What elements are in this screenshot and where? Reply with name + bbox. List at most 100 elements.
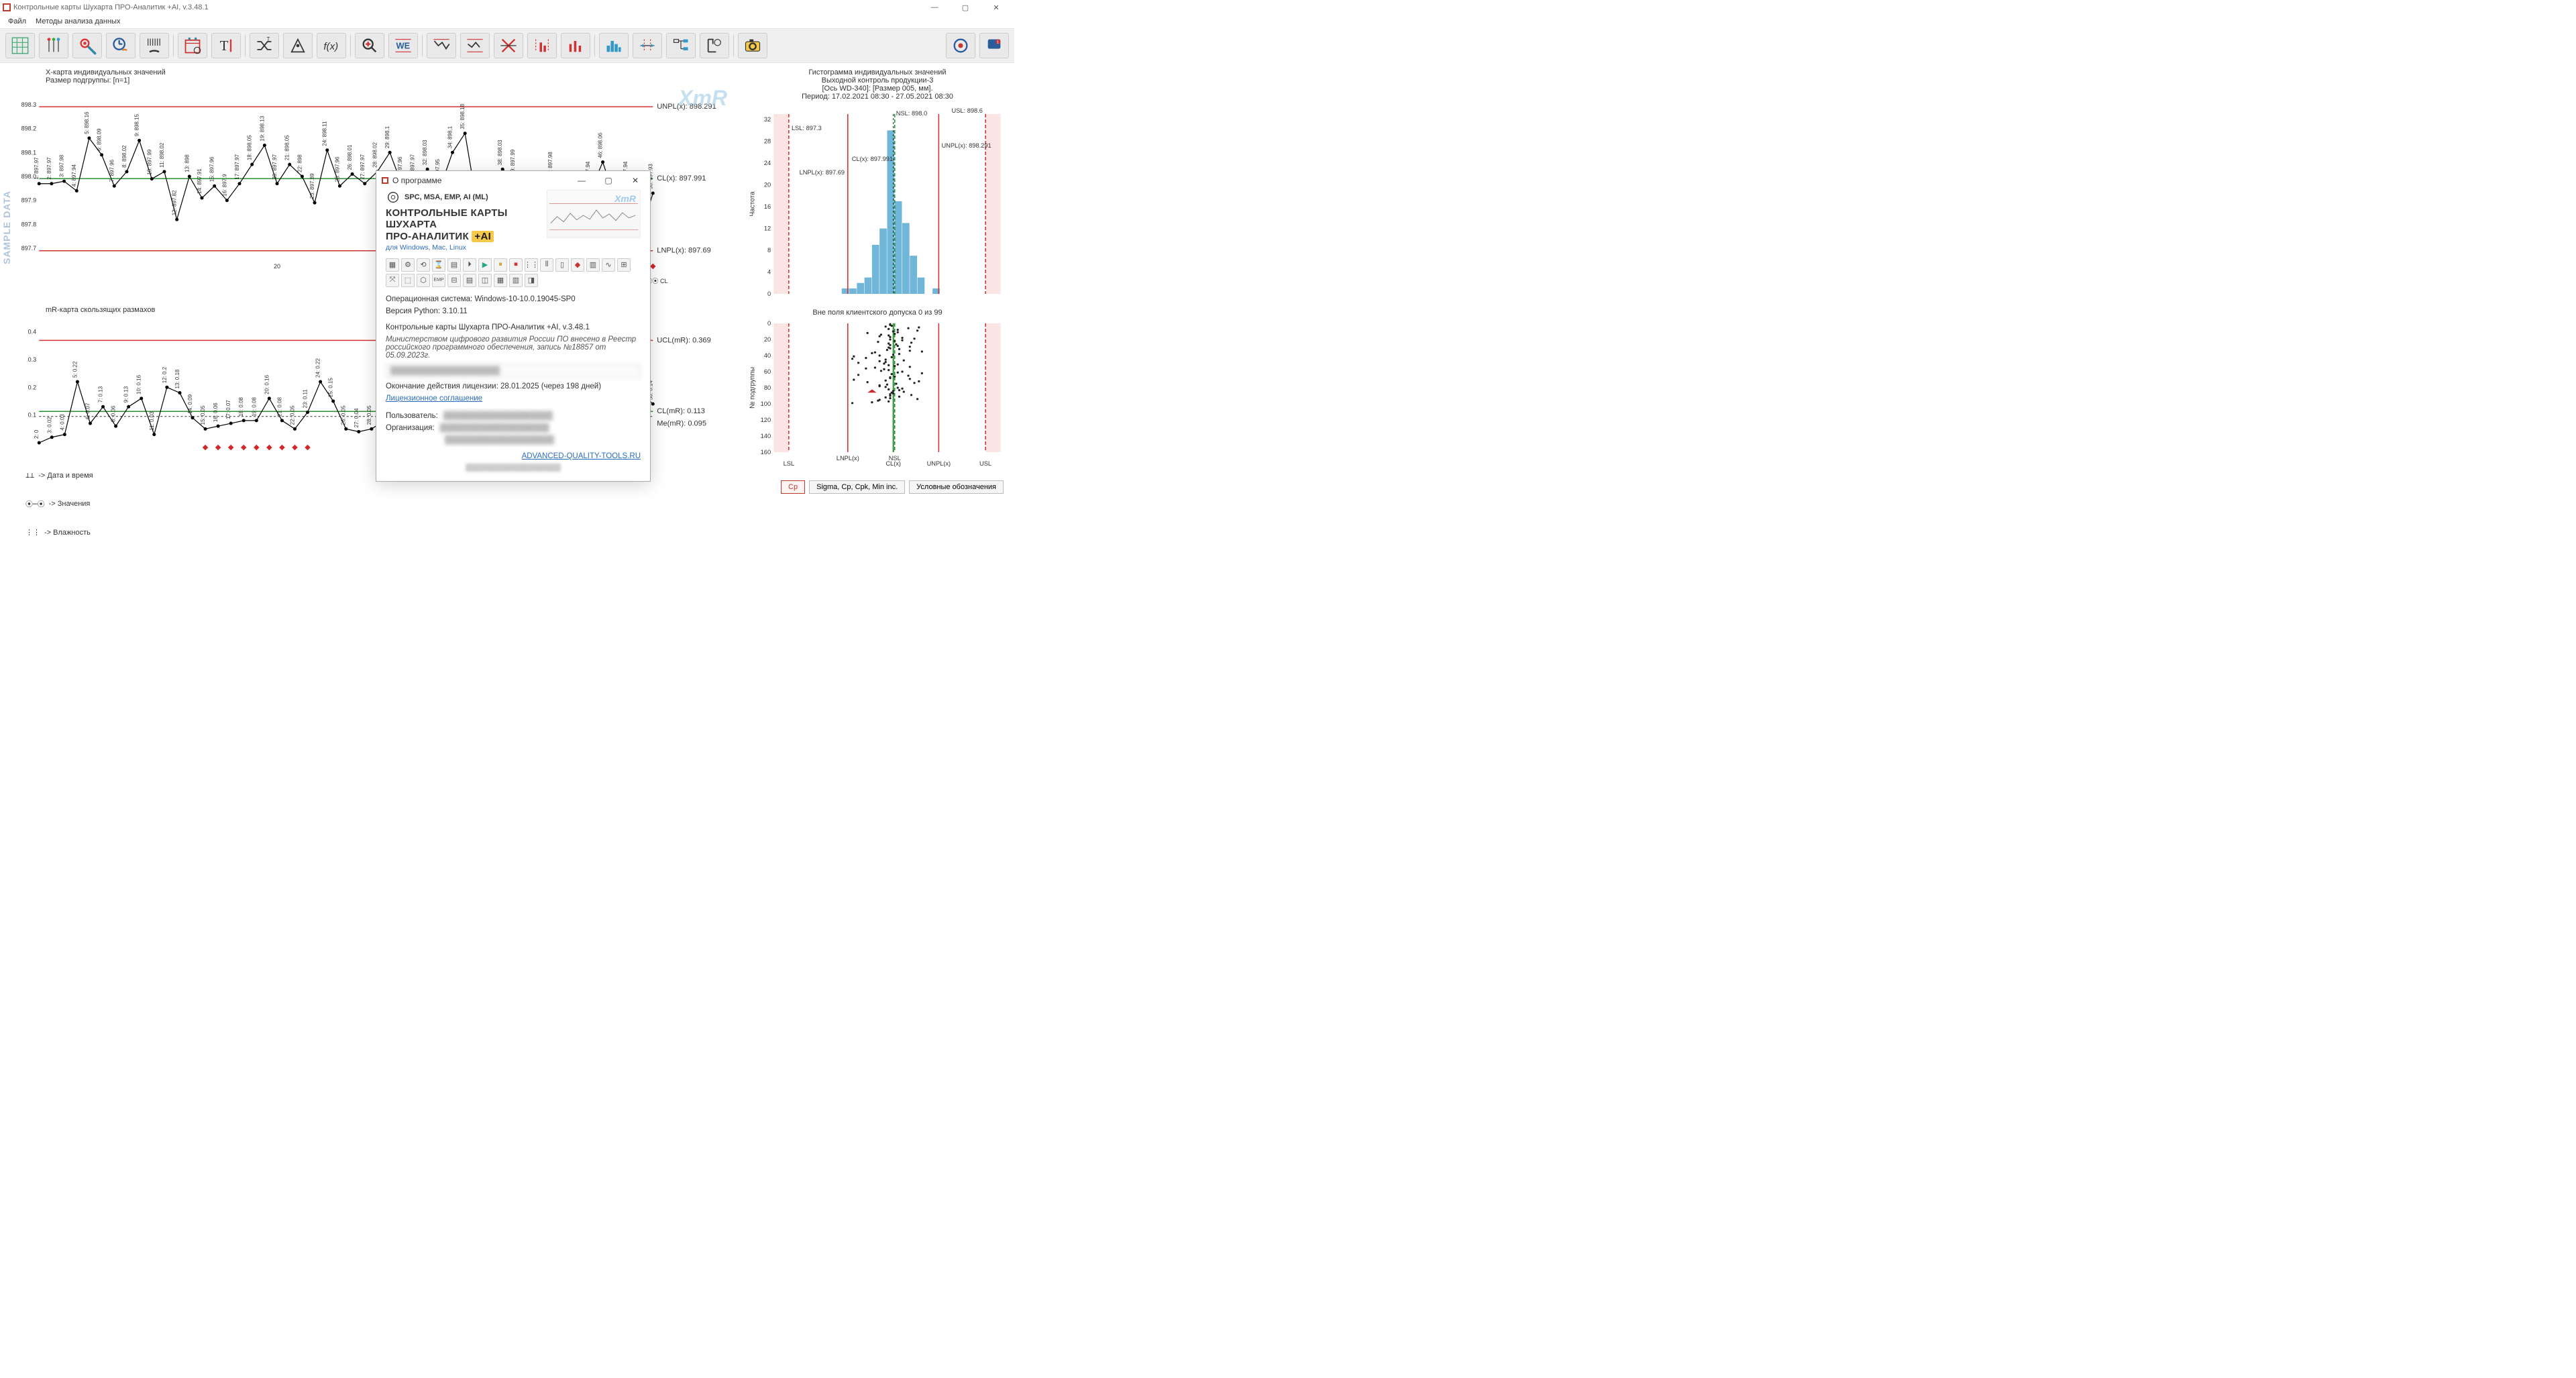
svg-text:16: 897.9: 16: 897.9 xyxy=(221,174,227,197)
toolbar-chart-limits-button[interactable] xyxy=(527,33,557,58)
legend-values: ⦿─⦿-> Значения xyxy=(25,498,90,509)
svg-text:Частота: Частота xyxy=(749,191,756,216)
menu-methods[interactable]: Методы анализа данных xyxy=(32,16,124,27)
toolbar-histogram-button[interactable] xyxy=(599,33,629,58)
sigma-button[interactable]: Sigma, Cp, Cpk, Min inc. xyxy=(809,480,905,494)
toolbar-fx-button[interactable]: f(x) xyxy=(317,33,346,58)
svg-text:2: 897.97: 2: 897.97 xyxy=(46,157,52,180)
svg-text:26: 0.05: 26: 0.05 xyxy=(341,405,347,425)
svg-text:0.4: 0.4 xyxy=(28,329,37,335)
svg-text:№ подгруппы: № подгруппы xyxy=(749,367,756,409)
svg-text:140: 140 xyxy=(761,433,771,439)
svg-text:100: 100 xyxy=(761,401,771,407)
histogram-chart[interactable]: 322824201612840ЧастотаUSL: 898.6LSL: 897… xyxy=(746,102,1009,303)
svg-text:23: 897.89: 23: 897.89 xyxy=(309,173,315,199)
svg-text:4: 0.03: 4: 0.03 xyxy=(59,414,65,431)
svg-text:15: 0.05: 15: 0.05 xyxy=(200,405,206,425)
svg-text:0.2: 0.2 xyxy=(28,384,37,390)
toolbar-tree-button[interactable] xyxy=(666,33,696,58)
menu-file[interactable]: Файл xyxy=(4,16,30,27)
svg-text:120: 120 xyxy=(761,417,771,423)
svg-text:20: 0.16: 20: 0.16 xyxy=(264,374,270,394)
dotplot-title: Вне поля клиентского допуска 0 из 99 xyxy=(746,309,1009,317)
about-user-row: Пользователь:████████████████████ xyxy=(386,412,641,420)
svg-text:32: 32 xyxy=(764,116,771,123)
svg-text:CL(x): 897.991: CL(x): 897.991 xyxy=(657,174,706,182)
toolbar-barcode-hand-button[interactable] xyxy=(140,33,169,58)
about-dialog-titlebar[interactable]: О программе — ▢ ✕ xyxy=(376,171,650,190)
svg-text:17: 897.97: 17: 897.97 xyxy=(234,154,240,179)
svg-text:27: 0.04: 27: 0.04 xyxy=(354,408,360,427)
svg-text:11: 898.02: 11: 898.02 xyxy=(159,142,165,168)
about-minimize-button[interactable]: — xyxy=(568,171,595,190)
svg-text:UNPL(x): 898.291: UNPL(x): 898.291 xyxy=(941,142,991,149)
svg-text:6: 898.09: 6: 898.09 xyxy=(97,128,103,151)
window-close-button[interactable]: ✕ xyxy=(981,0,1012,15)
toolbar-sliders-button[interactable] xyxy=(39,33,68,58)
legend-button[interactable]: Условные обозначения xyxy=(909,480,1004,494)
svg-text:12: 897.82: 12: 897.82 xyxy=(172,190,178,215)
toolbar: T T f(x) WE 1 xyxy=(0,28,1014,63)
toolbar-clock-hand-button[interactable] xyxy=(106,33,136,58)
svg-text:8: 898.02: 8: 898.02 xyxy=(121,145,127,168)
toolbar-shuffle-button[interactable]: T xyxy=(250,33,279,58)
svg-text:26: 898.01: 26: 898.01 xyxy=(347,144,353,170)
toolbar-chart-bars-button[interactable] xyxy=(561,33,590,58)
toolbar-capability-button[interactable] xyxy=(633,33,662,58)
svg-text:5: 898.16: 5: 898.16 xyxy=(84,111,90,134)
window-titlebar: Контрольные карты Шухарта ПРО-Аналитик +… xyxy=(0,0,1014,15)
toolbar-text-cursor-button[interactable]: T xyxy=(211,33,241,58)
svg-text:18: 0.08: 18: 0.08 xyxy=(238,396,244,416)
svg-text:WE: WE xyxy=(396,41,411,51)
svg-text:13: 0.18: 13: 0.18 xyxy=(174,369,180,388)
svg-text:8: 0.06: 8: 0.06 xyxy=(111,405,117,422)
svg-text:CL(x): 897.991: CL(x): 897.991 xyxy=(852,156,893,162)
svg-text:22: 0.05: 22: 0.05 xyxy=(289,405,295,425)
svg-text:14: 0.09: 14: 0.09 xyxy=(187,394,193,413)
about-url-link[interactable]: ADVANCED-QUALITY-TOOLS.RU xyxy=(522,452,641,460)
svg-text:4: 897.94: 4: 897.94 xyxy=(71,164,77,187)
svg-text:Me(mR): 0.095: Me(mR): 0.095 xyxy=(657,420,706,428)
about-copyright: ████████████████████ xyxy=(386,464,641,472)
svg-text:19: 898.13: 19: 898.13 xyxy=(259,115,265,141)
legend-humidity: ⋮⋮-> Влажность xyxy=(25,528,91,537)
window-minimize-button[interactable]: — xyxy=(919,0,950,15)
svg-text:22: 898: 22: 898 xyxy=(297,154,303,172)
svg-text:27: 897.97: 27: 897.97 xyxy=(360,154,366,179)
toolbar-grid-button[interactable] xyxy=(5,33,35,58)
svg-text:21: 0.08: 21: 0.08 xyxy=(276,396,282,416)
toolbar-we-rules-button[interactable]: WE xyxy=(388,33,418,58)
toolbar-triangle-arrow-button[interactable] xyxy=(283,33,313,58)
about-license-expiry: Окончание действия лицензии: 28.01.2025 … xyxy=(386,382,641,390)
svg-text:f(x): f(x) xyxy=(323,41,338,52)
svg-text:4: 4 xyxy=(767,269,771,276)
toolbar-calipers-button[interactable] xyxy=(700,33,729,58)
toolbar-chart-x-button[interactable] xyxy=(494,33,523,58)
toolbar-camera-button[interactable] xyxy=(738,33,767,58)
about-redacted-1: ████████████████████ xyxy=(386,364,641,378)
toolbar-chart-down-button[interactable] xyxy=(427,33,456,58)
about-maximize-button[interactable]: ▢ xyxy=(595,171,622,190)
toolbar-settings-gear-button[interactable] xyxy=(946,33,975,58)
svg-text:13: 898: 13: 898 xyxy=(184,154,190,172)
svg-text:2: 0: 2: 0 xyxy=(34,429,40,439)
svg-text:0: 0 xyxy=(767,290,771,297)
cp-button[interactable]: Cp xyxy=(781,480,805,494)
about-product-full: Контрольные карты Шухарта ПРО-Аналитик +… xyxy=(386,323,641,331)
svg-text:10: 897.99: 10: 897.99 xyxy=(146,149,152,174)
svg-text:7: 897.96: 7: 897.96 xyxy=(109,159,115,182)
window-maximize-button[interactable]: ▢ xyxy=(950,0,981,15)
svg-text:14: 897.91: 14: 897.91 xyxy=(197,168,203,194)
toolbar-zoom-plus-button[interactable] xyxy=(355,33,384,58)
about-close-button[interactable]: ✕ xyxy=(622,171,649,190)
toolbar-notification-button[interactable]: 1 xyxy=(979,33,1009,58)
toolbar-calendar-button[interactable] xyxy=(178,33,207,58)
svg-text:0.3: 0.3 xyxy=(28,356,37,363)
toolbar-gear-wrench-button[interactable] xyxy=(72,33,102,58)
about-org-row: Организация:████████████████████ xyxy=(386,424,641,432)
about-license-link[interactable]: Лицензионное соглашение xyxy=(386,394,482,403)
about-thumbnail xyxy=(547,190,641,238)
toolbar-chart-range-button[interactable] xyxy=(460,33,490,58)
dotplot-chart[interactable]: 020406080100120140160№ подгруппыLSLLNPL(… xyxy=(746,318,1009,472)
svg-text:24: 0.22: 24: 0.22 xyxy=(315,358,321,378)
